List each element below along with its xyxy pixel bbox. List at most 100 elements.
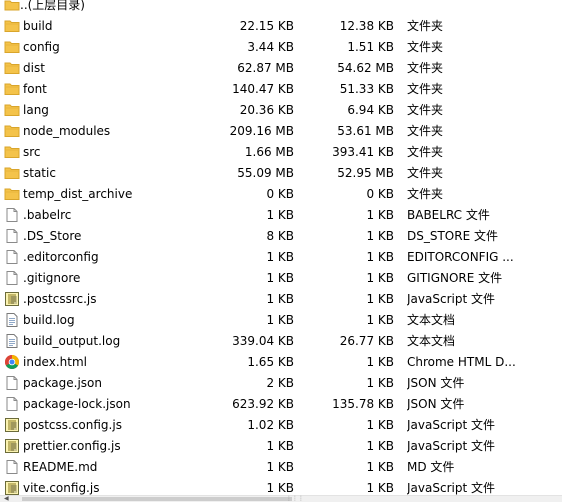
file-size: 2 KB bbox=[266, 376, 294, 390]
folder-icon bbox=[4, 39, 20, 55]
file-row[interactable]: font 140.47 KB 51.33 KB 文件夹 bbox=[0, 79, 562, 100]
file-name: build_output.log bbox=[23, 334, 121, 348]
file-size: 20.36 KB bbox=[239, 103, 294, 117]
file-size: 339.04 KB bbox=[232, 334, 294, 348]
file-size: 1 KB bbox=[266, 292, 294, 306]
folder-icon bbox=[4, 123, 20, 139]
file-name: .postcssrc.js bbox=[23, 292, 97, 306]
file-packed-size: 51.33 KB bbox=[339, 82, 394, 96]
file-name: index.html bbox=[23, 355, 87, 369]
horizontal-scrollbar[interactable]: ◀ ⋮⋮⋮ bbox=[0, 495, 562, 502]
file-type: EDITORCONFIG ... bbox=[407, 250, 514, 264]
file-packed-size: 1 KB bbox=[366, 418, 394, 432]
file-row[interactable]: .babelrc 1 KB 1 KB BABELRC 文件 bbox=[0, 205, 562, 226]
file-row[interactable]: README.md 1 KB 1 KB MD 文件 bbox=[0, 457, 562, 478]
folder-icon bbox=[4, 60, 20, 76]
file-size: 0 KB bbox=[266, 187, 294, 201]
file-name: font bbox=[23, 82, 47, 96]
file-packed-size: 0 KB bbox=[366, 187, 394, 201]
file-name: postcss.config.js bbox=[23, 418, 122, 432]
file-row[interactable]: src 1.66 MB 393.41 KB 文件夹 bbox=[0, 142, 562, 163]
file-row[interactable]: static 55.09 MB 52.95 MB 文件夹 bbox=[0, 163, 562, 184]
file-type: JSON 文件 bbox=[407, 397, 465, 411]
file-size: 140.47 KB bbox=[232, 82, 294, 96]
scroll-grip-icon: ⋮⋮⋮ bbox=[286, 495, 304, 502]
file-packed-size: 1 KB bbox=[366, 292, 394, 306]
file-row[interactable]: prettier.config.js 1 KB 1 KB JavaScript 文件 bbox=[0, 436, 562, 457]
file-packed-size: 12.38 KB bbox=[339, 19, 394, 33]
file-row[interactable]: .gitignore 1 KB 1 KB GITIGNORE 文件 bbox=[0, 268, 562, 289]
file-packed-size: 1 KB bbox=[366, 439, 394, 453]
file-size: 22.15 KB bbox=[239, 19, 294, 33]
file-row[interactable]: .postcssrc.js 1 KB 1 KB JavaScript 文件 bbox=[0, 289, 562, 310]
file-icon bbox=[4, 270, 20, 286]
file-size: 3.44 KB bbox=[247, 40, 294, 54]
file-row[interactable]: postcss.config.js 1.02 KB 1 KB JavaScript 文… bbox=[0, 415, 562, 436]
file-type: MD 文件 bbox=[407, 460, 455, 474]
file-row[interactable]: .editorconfig 1 KB 1 KB EDITORCONFIG ... bbox=[0, 247, 562, 268]
scroll-thumb[interactable] bbox=[22, 497, 292, 501]
file-name: README.md bbox=[23, 460, 98, 474]
file-row[interactable]: dist 62.87 MB 54.62 MB 文件夹 bbox=[0, 58, 562, 79]
file-row[interactable]: build.log 1 KB 1 KB 文本文档 bbox=[0, 310, 562, 331]
folder-icon bbox=[4, 102, 20, 118]
file-icon bbox=[4, 207, 20, 223]
file-type: DS_STORE 文件 bbox=[407, 229, 498, 243]
file-size: 8 KB bbox=[266, 229, 294, 243]
file-row[interactable]: build 22.15 KB 12.38 KB 文件夹 bbox=[0, 16, 562, 37]
file-size: 1.02 KB bbox=[247, 418, 294, 432]
folder-icon bbox=[4, 165, 20, 181]
file-row[interactable]: node_modules 209.16 MB 53.61 MB 文件夹 bbox=[0, 121, 562, 142]
file-type: JSON 文件 bbox=[407, 376, 465, 390]
file-row[interactable]: config 3.44 KB 1.51 KB 文件夹 bbox=[0, 37, 562, 58]
file-name: lang bbox=[23, 103, 49, 117]
file-type: BABELRC 文件 bbox=[407, 208, 490, 222]
file-size: 55.09 MB bbox=[237, 166, 294, 180]
file-list-panel: ..(上层目录) build 22.15 KB 12.38 KB 文件夹 config 3… bbox=[0, 0, 562, 502]
file-size: 62.87 MB bbox=[237, 61, 294, 75]
file-row[interactable]: temp_dist_archive 0 KB 0 KB 文件夹 bbox=[0, 184, 562, 205]
file-type: JavaScript 文件 bbox=[407, 418, 495, 432]
folder-icon bbox=[4, 18, 20, 34]
file-row[interactable]: package.json 2 KB 1 KB JSON 文件 bbox=[0, 373, 562, 394]
file-name: src bbox=[23, 145, 41, 159]
js-script-icon bbox=[4, 291, 20, 307]
file-packed-size: 1 KB bbox=[366, 229, 394, 243]
text-document-icon bbox=[4, 312, 20, 328]
file-packed-size: 1 KB bbox=[366, 313, 394, 327]
file-packed-size: 1 KB bbox=[366, 271, 394, 285]
file-name: package.json bbox=[23, 376, 103, 390]
file-name: .babelrc bbox=[23, 208, 72, 222]
file-size: 1 KB bbox=[266, 460, 294, 474]
scroll-left-arrow-icon[interactable]: ◀ bbox=[4, 496, 9, 502]
file-type: 文件夹 bbox=[407, 145, 444, 159]
file-packed-size: 1 KB bbox=[366, 208, 394, 222]
js-script-icon bbox=[4, 438, 20, 454]
file-size: 1.66 MB bbox=[244, 145, 294, 159]
file-name: prettier.config.js bbox=[23, 439, 121, 453]
file-row[interactable]: .DS_Store 8 KB 1 KB DS_STORE 文件 bbox=[0, 226, 562, 247]
file-name: temp_dist_archive bbox=[23, 187, 133, 201]
file-packed-size: 1 KB bbox=[366, 250, 394, 264]
file-row[interactable]: lang 20.36 KB 6.94 KB 文件夹 bbox=[0, 100, 562, 121]
js-script-icon bbox=[4, 417, 20, 433]
file-packed-size: 1.51 KB bbox=[347, 40, 394, 54]
file-packed-size: 1 KB bbox=[366, 376, 394, 390]
file-icon bbox=[4, 375, 20, 391]
file-row[interactable]: package-lock.json 623.92 KB 135.78 KB JSON … bbox=[0, 394, 562, 415]
file-packed-size: 53.61 MB bbox=[337, 124, 394, 138]
text-document-icon bbox=[4, 333, 20, 349]
file-icon bbox=[4, 249, 20, 265]
file-name: config bbox=[23, 40, 60, 54]
file-type: 文件夹 bbox=[407, 103, 444, 117]
parent-directory-row[interactable]: ..(上层目录) bbox=[0, 0, 562, 16]
file-size: 1 KB bbox=[266, 313, 294, 327]
file-type: JavaScript 文件 bbox=[407, 439, 495, 453]
file-size: 1 KB bbox=[266, 208, 294, 222]
file-type: 文本文档 bbox=[407, 313, 456, 327]
file-packed-size: 1 KB bbox=[366, 355, 394, 369]
file-row[interactable]: index.html 1.65 KB 1 KB Chrome HTML D... bbox=[0, 352, 562, 373]
file-name: build bbox=[23, 19, 53, 33]
file-type: 文本文档 bbox=[407, 334, 456, 348]
file-row[interactable]: build_output.log 339.04 KB 26.77 KB 文本文档 bbox=[0, 331, 562, 352]
